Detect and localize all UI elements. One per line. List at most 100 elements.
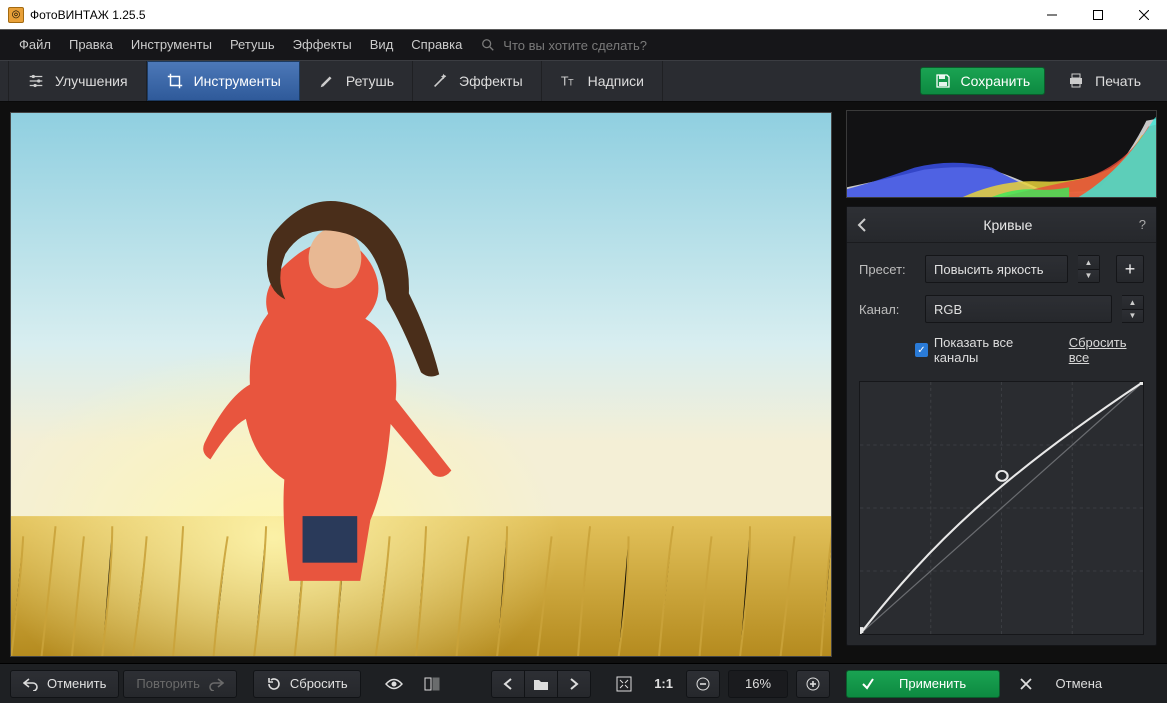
checkbox-label: Показать все каналы — [934, 335, 1051, 365]
tab-retouch[interactable]: Ретушь — [300, 61, 413, 101]
preset-label: Пресет: — [859, 262, 915, 277]
menubar: Файл Правка Инструменты Ретушь Эффекты В… — [0, 30, 1167, 60]
image-canvas[interactable] — [10, 112, 832, 657]
crop-icon — [166, 72, 184, 90]
window-minimize-button[interactable] — [1029, 0, 1075, 30]
curves-panel: Кривые ? Пресет: Повысить яркость ▲ ▼ + … — [846, 206, 1157, 646]
eye-icon — [385, 677, 403, 691]
tab-text[interactable]: TT Надписи — [542, 61, 663, 101]
zoom-11-button[interactable]: 1:1 — [645, 670, 682, 698]
plus-icon — [806, 677, 820, 691]
undo-label: Отменить — [47, 676, 106, 691]
curves-graph[interactable] — [859, 381, 1144, 635]
reset-icon — [266, 676, 282, 692]
window-maximize-button[interactable] — [1075, 0, 1121, 30]
tab-enhance[interactable]: Улучшения — [8, 61, 147, 101]
print-button[interactable]: Печать — [1053, 67, 1155, 95]
close-icon — [1020, 678, 1032, 690]
print-icon — [1067, 72, 1085, 90]
save-icon — [935, 73, 951, 89]
zoom-out-button[interactable] — [686, 670, 720, 698]
tab-label: Эффекты — [459, 73, 523, 89]
one-to-one-label: 1:1 — [654, 676, 673, 691]
canvas-area — [0, 102, 840, 663]
reset-button[interactable]: Сбросить — [253, 670, 361, 698]
zoom-value[interactable]: 16% — [728, 670, 788, 698]
chevron-right-icon — [569, 678, 579, 690]
cancel-label: Отмена — [1056, 676, 1103, 691]
reset-all-link[interactable]: Сбросить все — [1069, 335, 1144, 365]
wand-icon — [431, 72, 449, 90]
preset-stepper[interactable]: ▲ ▼ — [1078, 255, 1100, 283]
file-nav-group — [491, 670, 591, 698]
zoom-in-button[interactable] — [796, 670, 830, 698]
sliders-icon — [27, 72, 45, 90]
redo-button[interactable]: Повторить — [123, 670, 236, 698]
menu-effects[interactable]: Эффекты — [284, 30, 361, 60]
menu-view[interactable]: Вид — [361, 30, 403, 60]
undo-button[interactable]: Отменить — [10, 670, 119, 698]
prev-file-button[interactable] — [491, 670, 525, 698]
undo-icon — [23, 677, 39, 691]
fit-icon — [616, 676, 632, 692]
main-tabs: Улучшения Инструменты Ретушь Эффекты TT … — [0, 60, 1167, 102]
compare-button[interactable] — [415, 670, 449, 698]
menu-tools[interactable]: Инструменты — [122, 30, 221, 60]
chevron-up-icon[interactable]: ▲ — [1078, 256, 1099, 270]
folder-icon — [533, 677, 549, 691]
curve-control-point[interactable] — [997, 471, 1008, 481]
compare-icon — [424, 676, 440, 692]
panel-title: Кривые — [877, 217, 1139, 233]
channel-stepper[interactable]: ▲ ▼ — [1122, 295, 1144, 323]
histogram — [846, 110, 1157, 198]
app-title: ФотоВИНТАЖ 1.25.5 — [30, 8, 146, 22]
save-button[interactable]: Сохранить — [920, 67, 1046, 95]
panel-back-button[interactable] — [857, 218, 877, 232]
preset-add-button[interactable]: + — [1116, 255, 1144, 283]
help-search[interactable]: Что вы хотите сделать? — [481, 38, 647, 53]
tab-label: Ретушь — [346, 73, 394, 89]
print-label: Печать — [1095, 73, 1141, 89]
save-label: Сохранить — [961, 73, 1031, 89]
chevron-down-icon[interactable]: ▼ — [1122, 310, 1143, 323]
preset-select[interactable]: Повысить яркость — [925, 255, 1068, 283]
window-close-button[interactable] — [1121, 0, 1167, 30]
apply-label: Применить — [899, 676, 966, 691]
tab-label: Надписи — [588, 73, 644, 89]
show-all-channels-checkbox[interactable]: ✓ Показать все каналы — [915, 335, 1051, 365]
menu-retouch[interactable]: Ретушь — [221, 30, 284, 60]
text-icon: TT — [560, 72, 578, 90]
channel-value: RGB — [934, 302, 962, 317]
brush-icon — [318, 72, 336, 90]
search-icon — [481, 38, 495, 52]
tab-effects[interactable]: Эффекты — [413, 61, 542, 101]
panel-help-button[interactable]: ? — [1139, 217, 1146, 232]
sidebar: Кривые ? Пресет: Повысить яркость ▲ ▼ + … — [840, 102, 1167, 663]
apply-button[interactable]: Применить — [846, 670, 1000, 698]
reset-label: Сбросить — [290, 676, 348, 691]
menu-file[interactable]: Файл — [10, 30, 60, 60]
panel-actions: Применить Отмена — [840, 663, 1167, 703]
chevron-left-icon — [503, 678, 513, 690]
check-icon — [861, 677, 875, 691]
preview-toggle-button[interactable] — [377, 670, 411, 698]
tab-label: Инструменты — [194, 73, 281, 89]
chevron-up-icon[interactable]: ▲ — [1122, 296, 1143, 310]
next-file-button[interactable] — [557, 670, 591, 698]
tab-tools[interactable]: Инструменты — [147, 61, 300, 101]
open-folder-button[interactable] — [524, 670, 558, 698]
chevron-down-icon[interactable]: ▼ — [1078, 270, 1099, 283]
tab-label: Улучшения — [55, 73, 128, 89]
titlebar: ◎ ФотоВИНТАЖ 1.25.5 — [0, 0, 1167, 30]
redo-icon — [208, 677, 224, 691]
menu-edit[interactable]: Правка — [60, 30, 122, 60]
minus-icon — [696, 677, 710, 691]
cancel-button[interactable]: Отмена — [1006, 670, 1158, 698]
app-logo-icon: ◎ — [8, 7, 24, 23]
fit-screen-button[interactable] — [607, 670, 641, 698]
svg-text:T: T — [568, 78, 574, 88]
checkbox-checked-icon: ✓ — [915, 343, 928, 357]
channel-select[interactable]: RGB — [925, 295, 1112, 323]
menu-help[interactable]: Справка — [402, 30, 471, 60]
chevron-left-icon — [857, 218, 867, 232]
